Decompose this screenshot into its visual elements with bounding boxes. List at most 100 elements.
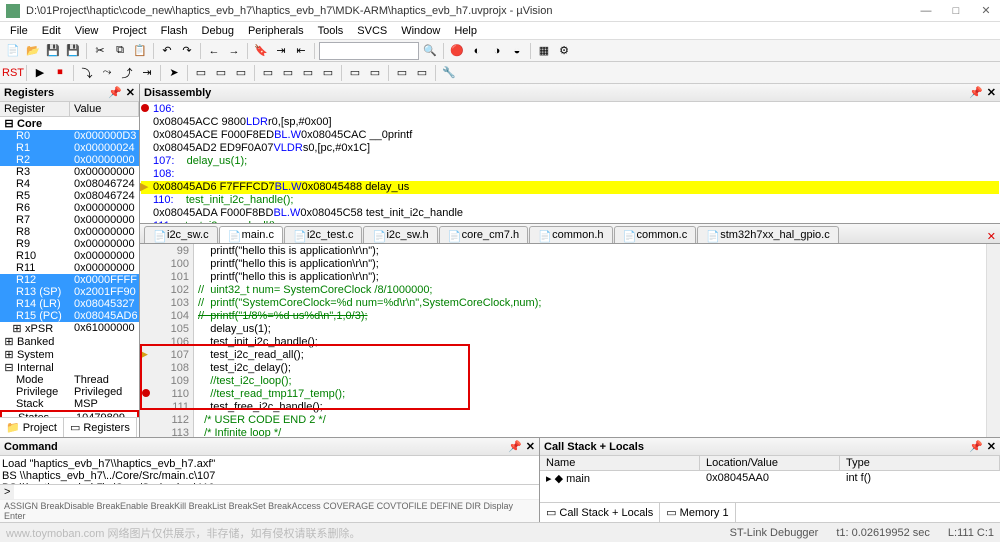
code-line[interactable]: // uint32_t num= SystemCoreClock /8/1000…: [198, 284, 982, 297]
scrollbar-vertical[interactable]: [986, 244, 1000, 437]
menu-tools[interactable]: Tools: [312, 24, 350, 38]
editor-tab[interactable]: 📄stm32h7xx_hal_gpio.c: [697, 226, 838, 243]
register-xpsr[interactable]: ⊞ xPSR0x61000000: [0, 322, 139, 335]
pin-icon[interactable]: 📌: [508, 440, 522, 453]
step-out-icon[interactable]: ⤴: [118, 64, 136, 82]
menu-svcs[interactable]: SVCS: [351, 24, 393, 38]
code-line[interactable]: // printf("1/8%=%d us%d\n",1,0/3);: [198, 310, 982, 323]
disasm-line[interactable]: 0x08045AD2 ED9F0A07 VLDR s0,[pc,#0x1C]: [141, 142, 999, 155]
maximize-button[interactable]: □: [948, 3, 964, 19]
editor-tab[interactable]: 📄core_cm7.h: [439, 226, 528, 243]
run-to-cursor-icon[interactable]: ⇥: [138, 64, 156, 82]
command-input[interactable]: [14, 485, 539, 499]
code-content[interactable]: printf("hello this is application\r\n");…: [194, 244, 986, 437]
code-line[interactable]: /* USER CODE END 2 */: [198, 414, 982, 427]
analysis-win-icon[interactable]: ▭: [366, 64, 384, 82]
step-into-icon[interactable]: ⤵: [78, 64, 96, 82]
register-row[interactable]: R10x00000024: [0, 142, 139, 154]
command-output[interactable]: Load "haptics_evb_h7\\haptics_evb_h7.axf…: [0, 456, 539, 484]
register-row[interactable]: R70x00000000: [0, 214, 139, 226]
undo-icon[interactable]: ↶: [158, 42, 176, 60]
window-icon[interactable]: ▦: [535, 42, 553, 60]
register-row[interactable]: R30x00000000: [0, 166, 139, 178]
editor-tab[interactable]: 📄i2c_sw.h: [363, 226, 437, 243]
code-line[interactable]: test_free_i2c_handle();: [198, 401, 982, 414]
close-button[interactable]: ✕: [978, 3, 994, 19]
find-icon[interactable]: 🔍: [421, 42, 439, 60]
tab-callstack-locals[interactable]: ▭Call Stack + Locals: [540, 503, 660, 522]
open-file-icon[interactable]: 📂: [24, 42, 42, 60]
run-icon[interactable]: ▶: [31, 64, 49, 82]
disasm-line[interactable]: 106:: [141, 103, 999, 116]
breakpoint-enable-icon[interactable]: ◑: [488, 42, 506, 60]
breakpoint-disable-icon[interactable]: ◒: [508, 42, 526, 60]
register-row[interactable]: R13 (SP)0x2001FF90: [0, 286, 139, 298]
disasm-line[interactable]: 111: test_i2c_read_all();: [141, 220, 999, 223]
pin-icon[interactable]: 📌: [969, 440, 983, 453]
editor-tab[interactable]: 📄i2c_test.c: [284, 226, 362, 243]
callstack-table[interactable]: Name Location/Value Type ▸ ◆ main0x08045…: [540, 456, 1000, 502]
panel-close-icon[interactable]: ✕: [126, 86, 135, 99]
disasm-line[interactable]: 110: test_init_i2c_handle();: [141, 194, 999, 207]
outdent-icon[interactable]: ⇤: [292, 42, 310, 60]
stop-icon[interactable]: ⏹: [51, 64, 69, 82]
register-row[interactable]: R14 (LR)0x08045327: [0, 298, 139, 310]
cut-icon[interactable]: ✂: [91, 42, 109, 60]
breakpoint-insert-icon[interactable]: ◐: [468, 42, 486, 60]
register-internal-row[interactable]: ModeThread: [0, 374, 139, 386]
panel-close-icon[interactable]: ✕: [526, 440, 535, 453]
code-line[interactable]: printf("hello this is application\r\n");: [198, 271, 982, 284]
menu-debug[interactable]: Debug: [196, 24, 240, 38]
code-line[interactable]: test_i2c_read_all();: [198, 349, 982, 362]
register-row[interactable]: R110x00000000: [0, 262, 139, 274]
debug-icon[interactable]: 🔴: [448, 42, 466, 60]
nav-fwd-icon[interactable]: →: [225, 42, 243, 60]
code-line[interactable]: //test_read_tmp117_temp();: [198, 388, 982, 401]
register-row[interactable]: R15 (PC)0x08045AD6: [0, 310, 139, 322]
indent-icon[interactable]: ⇥: [272, 42, 290, 60]
register-group-internal[interactable]: ⊟ Internal: [0, 361, 139, 374]
minimize-button[interactable]: —: [918, 3, 934, 19]
register-group-system[interactable]: ⊞ System: [0, 348, 139, 361]
save-icon[interactable]: 💾: [44, 42, 62, 60]
bookmark-icon[interactable]: 🔖: [252, 42, 270, 60]
register-group-core[interactable]: ⊟ Core: [0, 117, 139, 130]
editor-body[interactable]: ▶ 99100101102103104105106107108109110111…: [140, 244, 1000, 437]
system-view-icon[interactable]: ▭: [413, 64, 431, 82]
menu-window[interactable]: Window: [395, 24, 446, 38]
register-row[interactable]: R00x000000D3: [0, 130, 139, 142]
nav-back-icon[interactable]: ←: [205, 42, 223, 60]
register-row[interactable]: R100x00000000: [0, 250, 139, 262]
code-line[interactable]: printf("hello this is application\r\n");: [198, 245, 982, 258]
register-row[interactable]: R50x08046724: [0, 190, 139, 202]
registers-table[interactable]: Register Value ⊟ CoreR00x000000D3R10x000…: [0, 102, 139, 417]
callstack-win-icon[interactable]: ▭: [279, 64, 297, 82]
disasm-line[interactable]: 107: delay_us(1);: [141, 155, 999, 168]
watch-win-icon[interactable]: ▭: [299, 64, 317, 82]
disasm-win-icon[interactable]: ▭: [212, 64, 230, 82]
editor-tab[interactable]: 📄common.h: [529, 226, 612, 243]
menu-peripherals[interactable]: Peripherals: [242, 24, 310, 38]
find-combo[interactable]: [319, 42, 419, 60]
copy-icon[interactable]: ⧉: [111, 42, 129, 60]
menu-edit[interactable]: Edit: [36, 24, 67, 38]
new-file-icon[interactable]: 📄: [4, 42, 22, 60]
symbol-win-icon[interactable]: ▭: [232, 64, 250, 82]
disasm-line[interactable]: 0x08045ACE F000F8ED BL.W 0x08045CAC __0p…: [141, 129, 999, 142]
register-win-icon[interactable]: ▭: [259, 64, 277, 82]
disasm-line[interactable]: 0x08045ADA F000F8BD BL.W 0x08045C58 test…: [141, 207, 999, 220]
register-internal-row[interactable]: PrivilegePrivileged: [0, 386, 139, 398]
menu-help[interactable]: Help: [448, 24, 483, 38]
code-line[interactable]: test_init_i2c_handle();: [198, 336, 982, 349]
editor-tab[interactable]: 📄main.c: [219, 226, 283, 243]
code-line[interactable]: //test_i2c_loop();: [198, 375, 982, 388]
callstack-row[interactable]: ▸ ◆ main0x08045AA0int f(): [540, 471, 1000, 486]
register-internal-row[interactable]: StackMSP: [0, 398, 139, 410]
breakpoint-icon[interactable]: [142, 389, 150, 397]
panel-close-icon[interactable]: ✕: [987, 440, 996, 453]
menu-flash[interactable]: Flash: [155, 24, 194, 38]
register-row[interactable]: R120x0000FFFF: [0, 274, 139, 286]
tab-registers[interactable]: ▭Registers: [64, 418, 137, 437]
menu-file[interactable]: File: [4, 24, 34, 38]
step-over-icon[interactable]: ⤳: [98, 64, 116, 82]
